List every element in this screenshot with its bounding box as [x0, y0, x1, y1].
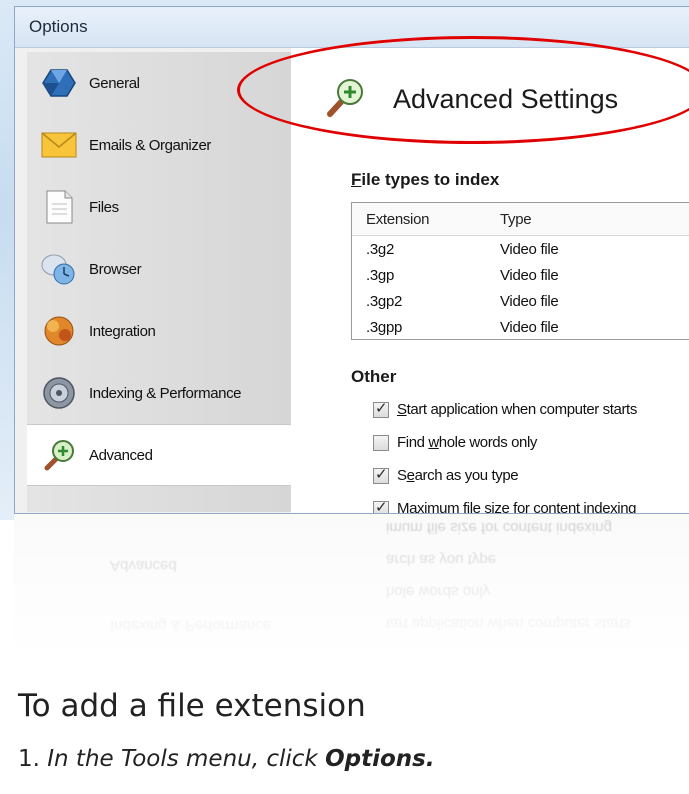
start-on-boot-option[interactable]: Start application when computer starts [373, 399, 637, 418]
label-part: arch as you type [414, 467, 519, 484]
type-cell: Video file [500, 318, 559, 336]
type-cell: Video file [500, 292, 559, 310]
sidebar-item-integration[interactable]: Integration [27, 300, 291, 362]
sidebar-item-indexing[interactable]: Indexing & Performance [27, 362, 291, 424]
window-title: Options [29, 17, 88, 36]
whole-words-option[interactable]: Find whole words only [373, 434, 537, 451]
file-types-heading-rest: ile types to index [361, 170, 500, 189]
sidebar-item-label: Browser [89, 260, 142, 278]
accelerator-key: e [406, 467, 415, 484]
sidebar-item-files[interactable]: Files [27, 176, 291, 238]
sidebar-item-label: Advanced [89, 446, 153, 464]
browser-icon [41, 251, 77, 287]
sidebar-item-advanced[interactable]: Advanced [27, 424, 305, 486]
highlight-annotation [237, 36, 689, 144]
table-row[interactable]: .3gpp Video file [352, 314, 689, 339]
extension-cell: .3g2 [366, 240, 394, 258]
instructions-heading: To add a file extension [18, 688, 366, 724]
table-row[interactable]: .3gp Video file [352, 262, 689, 288]
column-header-type[interactable]: Type [500, 211, 689, 228]
table-row[interactable]: .3gp2 Video file [352, 288, 689, 314]
label-part: Ma [397, 500, 418, 514]
sidebar-item-label: Indexing & Performance [89, 384, 242, 402]
title-bar: Options [15, 7, 689, 48]
indexing-icon [41, 375, 77, 411]
search-as-you-type-option[interactable]: Search as you type [373, 465, 519, 484]
options-sidebar: General Emails & Organizer Files Browser… [27, 52, 305, 512]
label-part: tart application when computer starts [406, 401, 638, 418]
sidebar-item-emails[interactable]: Emails & Organizer [27, 114, 291, 176]
column-header-extension[interactable]: Extension [352, 211, 500, 228]
label-part: Find [397, 434, 429, 451]
file-icon [41, 189, 77, 225]
integration-icon [41, 313, 77, 349]
type-cell: Video file [500, 240, 559, 258]
label-part: hole words only [438, 434, 538, 451]
sidebar-item-label: Emails & Organizer [89, 136, 212, 154]
start-on-boot-checkbox[interactable] [373, 399, 389, 418]
accelerator-key: w [428, 434, 439, 451]
sidebar-item-browser[interactable]: Browser [27, 238, 291, 300]
table-row[interactable]: .3g2 Video file [352, 236, 689, 262]
search-as-you-type-checkbox[interactable] [373, 465, 389, 484]
label-part: imum file size for content indexing [424, 500, 637, 514]
accelerator-key: S [397, 401, 407, 418]
table-header: Extension Type [352, 203, 689, 236]
option-label: Search as you type [397, 467, 519, 484]
option-label: Maximum file size for content indexing [397, 500, 637, 514]
extension-cell: .3gp2 [366, 292, 403, 310]
extension-cell: .3gpp [366, 318, 403, 336]
whole-words-checkbox[interactable] [373, 434, 389, 451]
instruction-step: 1. In the Tools menu, click Options. [18, 746, 435, 772]
max-file-size-option[interactable]: Maximum file size for content indexing [373, 498, 637, 514]
step-number: 1. [18, 746, 40, 772]
max-file-size-checkbox[interactable] [373, 498, 389, 513]
file-types-table[interactable]: Extension Type .3g2 Video file .3gp Video … [351, 202, 689, 340]
file-types-heading: File types to index [351, 170, 499, 190]
other-heading: Other [351, 367, 397, 386]
step-text: In the Tools menu, click [47, 746, 318, 772]
window-reflection: Advanced Indexing & Performance imum fil… [14, 514, 689, 664]
option-label: Start application when computer starts [397, 401, 637, 418]
general-icon [41, 65, 77, 101]
option-label: Find whole words only [397, 434, 537, 451]
sidebar-item-label: Integration [89, 322, 156, 340]
sidebar-item-label: Files [89, 198, 119, 216]
label-part: S [397, 467, 407, 484]
step-emphasis: Options. [325, 746, 435, 772]
type-cell: Video file [500, 266, 559, 284]
sidebar-item-label: General [89, 74, 140, 92]
email-icon [41, 127, 77, 163]
extension-cell: .3gp [366, 266, 394, 284]
accelerator-key: F [351, 170, 362, 189]
advanced-icon [41, 437, 77, 473]
reflection-fade [14, 514, 689, 664]
